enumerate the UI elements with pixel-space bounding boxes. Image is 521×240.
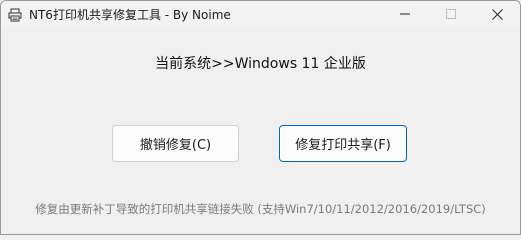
minimize-icon — [400, 13, 410, 15]
maximize-icon — [446, 9, 456, 19]
title-bar[interactable]: NT6打印机共享修复工具 - By Noime — [1, 1, 520, 27]
undo-fix-button[interactable]: 撤销修复(C) — [112, 125, 239, 162]
maximize-button — [428, 1, 474, 27]
close-icon — [491, 8, 503, 20]
printer-app-icon — [8, 7, 22, 22]
support-description: 修复由更新补丁导致的打印机共享链接失败 (支持Win7/10/11/2012/2… — [35, 202, 486, 216]
app-window: NT6打印机共享修复工具 - By Noime 当前系统>>Windows 11… — [0, 0, 521, 235]
window-title: NT6打印机共享修复工具 - By Noime — [29, 8, 231, 22]
minimize-button[interactable] — [382, 1, 428, 27]
current-system-label: 当前系统>>Windows 11 企业版 — [155, 56, 366, 72]
fix-print-share-button[interactable]: 修复打印共享(F) — [279, 125, 407, 162]
close-button[interactable] — [474, 1, 520, 27]
